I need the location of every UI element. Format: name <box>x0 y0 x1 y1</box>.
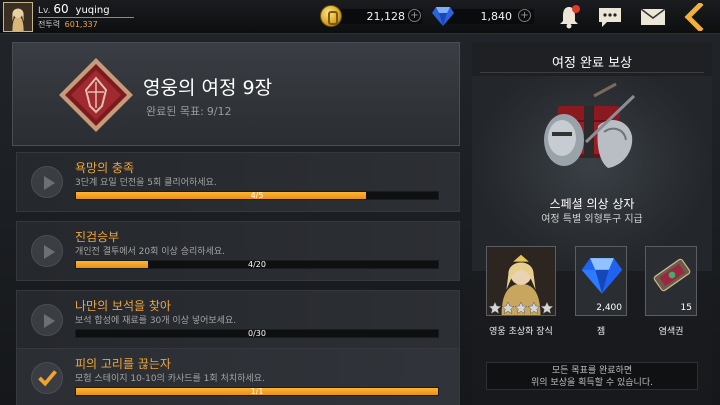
main-reward[interactable]: 스페셜 의상 상자 여정 특별 외형투구 지급 <box>472 76 712 271</box>
star-rating <box>489 302 554 314</box>
chat-icon[interactable] <box>597 6 623 28</box>
reward-notice-line1: 모든 목표를 완료하면 <box>551 366 633 376</box>
quest-progress-bar: 4/20 <box>75 260 439 269</box>
reward-panel: 여정 완료 보상 스페셜 의상 상자 여정 특별 외형투구 지급 영웅 초상화 … <box>472 42 712 405</box>
reward-item-portrait-label: 영웅 초상화 장식 <box>489 327 553 337</box>
gold-amount: 21,128 <box>366 10 406 23</box>
chapter-progress-value: 9/12 <box>206 105 232 118</box>
player-name: yuqing <box>75 5 110 16</box>
combat-power-value: 601,337 <box>64 20 98 29</box>
reward-notice-line2: 위의 보상을 획득할 수 있습니다. <box>531 378 653 388</box>
hero-journey-screen: Lv. 60 yuqing 전투력 601,337 21,128 + 1,840… <box>0 0 720 405</box>
reward-items: 영웅 초상화 장식 2,400 젬 15 염색권 <box>472 246 712 346</box>
quest-description: 모험 스테이지 10-10의 카사드를 1회 처치하세요. <box>75 374 265 384</box>
dye-ticket-icon <box>653 258 691 292</box>
quest-progress-bar: 1/1 <box>75 387 439 396</box>
reward-item-gems-label: 젬 <box>596 327 606 337</box>
level-prefix: Lv. <box>38 6 51 16</box>
player-avatar[interactable] <box>3 2 33 32</box>
reward-item-dye-count: 15 <box>680 303 692 313</box>
quest-title: 욕망의 충족 <box>75 161 135 175</box>
mail-icon[interactable] <box>640 8 666 26</box>
quest-title: 진검승부 <box>75 230 120 244</box>
notification-bell-icon[interactable] <box>556 4 582 30</box>
chapter-progress-label: 완료된 목표: <box>146 105 204 118</box>
quest-description: 3단계 요일 던전을 5회 클리어하세요. <box>75 178 217 188</box>
reward-divider <box>480 72 704 73</box>
combat-power: 전투력 601,337 <box>38 19 98 30</box>
add-gold-button[interactable]: + <box>408 9 421 22</box>
quest-description: 개인전 결투에서 20회 이상 승리하세요. <box>75 247 225 257</box>
level-divider <box>38 17 134 18</box>
gem-icon <box>432 7 454 26</box>
quest-play-icon[interactable] <box>31 235 63 267</box>
quest-row[interactable]: 피의 고리를 끊는자모험 스테이지 10-10의 카사드를 1회 처치하세요. 1… <box>16 348 460 405</box>
chapter-header: 영웅의 여정 9장 완료된 목표: 9/12 <box>12 42 460 146</box>
combat-power-label: 전투력 <box>38 20 61 29</box>
reward-item-gems[interactable]: 2,400 <box>575 246 627 316</box>
quest-complete-check-icon[interactable] <box>31 362 63 394</box>
quest-row[interactable]: 나만의 보석을 찾아보석 합성에 재료를 30개 이상 넣어보세요. 0/30 <box>16 290 460 350</box>
quest-progress-text: 1/1 <box>250 387 264 396</box>
add-gems-button[interactable]: + <box>518 9 531 22</box>
chapter-title: 영웅의 여정 9장 <box>143 77 273 99</box>
reward-item-gems-count: 2,400 <box>596 303 622 313</box>
quest-progress-text: 0/30 <box>248 329 266 338</box>
gem-icon <box>581 258 623 294</box>
quest-row[interactable]: 욕망의 충족 3단계 요일 던전을 5회 클리어하세요. 4/5 <box>16 152 460 212</box>
quest-progress-text: 4/5 <box>250 191 264 200</box>
quest-row[interactable]: 진검승부개인전 결투에서 20회 이상 승리하세요. 4/20 <box>16 221 460 281</box>
gem-amount: 1,840 <box>480 10 513 23</box>
gold-coin-icon <box>320 5 342 27</box>
quest-progress-text: 4/20 <box>248 260 266 269</box>
quest-title: 피의 고리를 끊는자 <box>75 357 171 371</box>
player-level: 60 <box>53 2 69 16</box>
main-reward-subtitle: 여정 특별 외형투구 지급 <box>541 214 643 225</box>
reward-item-dye-label: 염색권 <box>658 327 684 337</box>
quest-title: 나만의 보석을 찾아 <box>75 299 171 313</box>
quest-progress-bar: 0/30 <box>75 329 439 338</box>
top-bar: Lv. 60 yuqing 전투력 601,337 21,128 + 1,840… <box>0 0 720 34</box>
player-level-name: Lv. 60 yuqing <box>38 2 110 16</box>
reward-notice: 모든 목표를 완료하면 위의 보상을 획득할 수 있습니다. <box>486 362 698 390</box>
reward-item-portrait[interactable] <box>486 246 556 316</box>
quest-play-icon[interactable] <box>31 304 63 336</box>
quest-description: 보석 합성에 재료를 30개 이상 넣어보세요. <box>75 316 237 326</box>
quest-play-icon[interactable] <box>31 166 63 198</box>
back-arrow-icon[interactable] <box>680 3 708 31</box>
reward-item-dye[interactable]: 15 <box>645 246 697 316</box>
chapter-emblem-icon <box>59 58 133 132</box>
quest-progress-bar: 4/5 <box>75 191 439 200</box>
chapter-progress: 완료된 목표: 9/12 <box>143 103 232 119</box>
costume-box-icon <box>544 82 636 168</box>
avatar-portrait-icon <box>4 3 32 31</box>
reward-panel-title: 여정 완료 보상 <box>551 56 633 71</box>
